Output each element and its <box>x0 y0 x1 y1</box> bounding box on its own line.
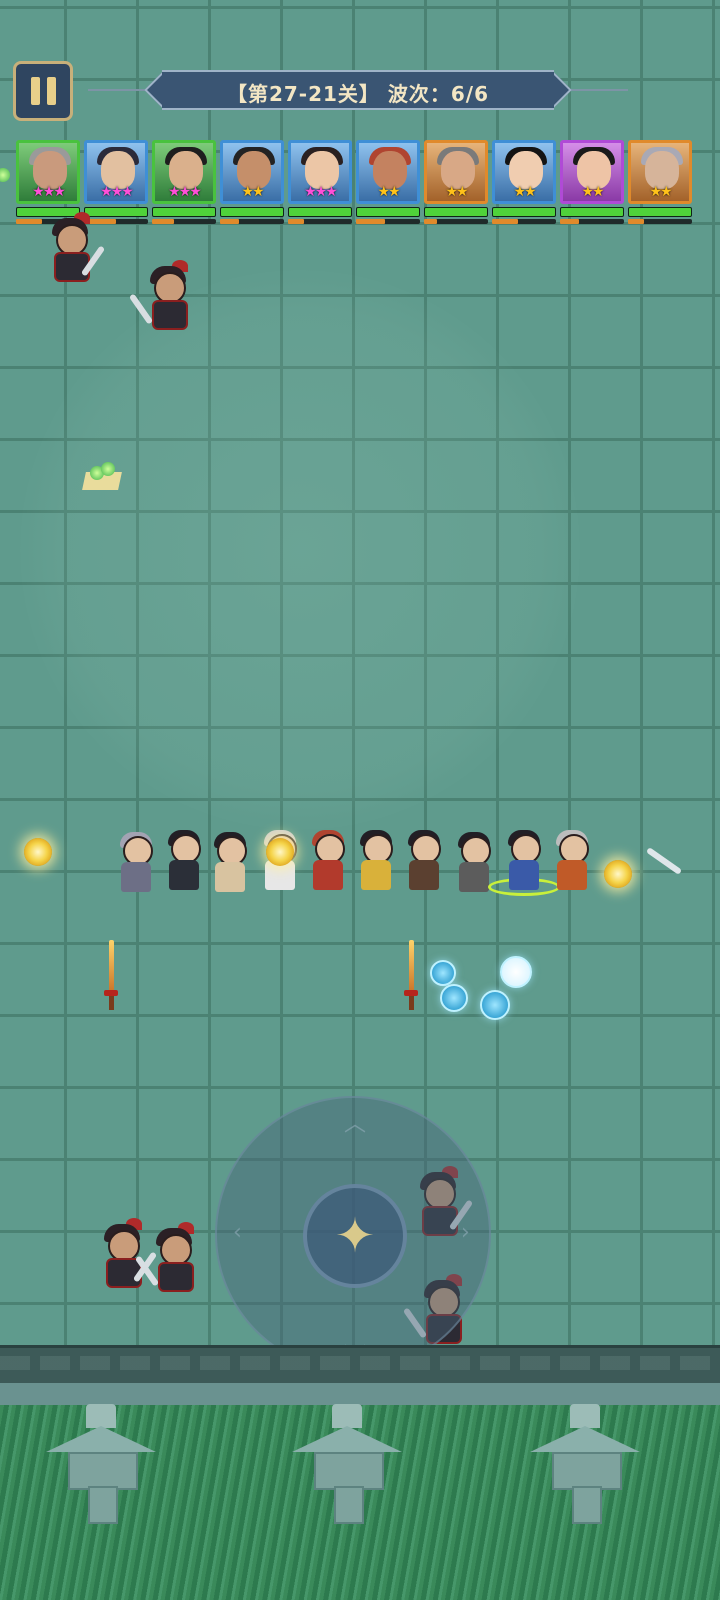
hero-portrait: ★★ <box>356 140 420 204</box>
water-bubble-projectile <box>440 984 468 1012</box>
flying-sword-projectile <box>404 940 418 1010</box>
hp-bar <box>288 207 352 217</box>
enemy-soldier[interactable] <box>134 1222 210 1294</box>
star-rating: ★★★ <box>168 184 202 200</box>
golden-orb-projectile <box>24 838 52 866</box>
four-point-star-icon: ✦ <box>334 1208 376 1264</box>
golden-orb-projectile <box>604 860 632 888</box>
ally-hero-unit[interactable] <box>162 830 206 894</box>
stone-lantern <box>46 1390 156 1524</box>
garden-wall <box>0 1345 720 1388</box>
hero-portrait: ★★★ <box>84 140 148 204</box>
stone-lantern <box>292 1390 402 1524</box>
hero-portrait: ★★★ <box>152 140 216 204</box>
enemy-soldier[interactable] <box>128 260 204 332</box>
golden-orb-projectile <box>266 838 294 866</box>
ally-hero-unit[interactable] <box>354 830 398 894</box>
energy-bar <box>288 219 352 224</box>
star-rating: ★★ <box>513 184 536 200</box>
flying-sword-projectile <box>104 940 118 1010</box>
energy-bar <box>628 219 692 224</box>
joystick-right-arrow: › <box>461 1220 470 1245</box>
hero-portrait: ★★ <box>424 140 488 204</box>
roster-hero-2[interactable]: ★★★ <box>84 140 148 224</box>
roster-hero-4[interactable]: ★★ <box>220 140 284 224</box>
ally-hero-unit[interactable] <box>550 830 594 894</box>
energy-bar <box>356 219 420 224</box>
dragon-emblem-watermark <box>20 270 580 830</box>
star-rating: ★★ <box>377 184 400 200</box>
hp-bar <box>560 207 624 217</box>
water-bubble-projectile <box>480 990 510 1020</box>
ally-hero-unit[interactable] <box>114 832 158 896</box>
hp-bar <box>628 207 692 217</box>
hero-portrait: ★★★ <box>288 140 352 204</box>
hp-bar <box>84 207 148 217</box>
hero-portrait: ★★ <box>628 140 692 204</box>
roster-hero-3[interactable]: ★★★ <box>152 140 216 224</box>
star-rating: ★★★ <box>32 184 66 200</box>
hero-portrait: ★★ <box>492 140 556 204</box>
ally-hero-unit[interactable] <box>306 830 350 894</box>
hero-roster-bar: ★★★ ★★★ ★★★ ★★ ★★★ ★★ ★★ ★★ ★★ ★★ <box>16 140 706 230</box>
ally-hero-leader[interactable] <box>488 830 560 896</box>
roster-hero-10[interactable]: ★★ <box>628 140 692 224</box>
level-wave-text: 【第27-21关】 波次：6/6 <box>226 82 490 106</box>
hp-bar <box>16 207 80 217</box>
enemy-soldier[interactable] <box>46 212 106 284</box>
water-bubble-projectile <box>430 960 456 986</box>
energy-bar <box>220 219 284 224</box>
hp-bar <box>424 207 488 217</box>
joystick-left-arrow: ‹ <box>233 1220 242 1245</box>
energy-bar <box>424 219 488 224</box>
energy-bar <box>492 219 556 224</box>
stone-lantern <box>530 1390 640 1524</box>
pause-icon <box>30 77 40 105</box>
pause-button[interactable] <box>13 61 73 121</box>
hero-portrait: ★★ <box>220 140 284 204</box>
jade-loot-drop[interactable] <box>0 164 26 192</box>
energy-bar <box>152 219 216 224</box>
hp-bar <box>356 207 420 217</box>
hp-bar <box>152 207 216 217</box>
energy-bar <box>560 219 624 224</box>
joystick-knob[interactable]: ✦ <box>303 1184 407 1288</box>
star-rating: ★★★ <box>304 184 338 200</box>
joystick-up-arrow: ︿ <box>344 1112 367 1137</box>
roster-hero-5[interactable]: ★★★ <box>288 140 352 224</box>
roster-hero-9[interactable]: ★★ <box>560 140 624 224</box>
virtual-joystick[interactable]: ︿ ﹀ ‹ › ✦ <box>215 1096 491 1372</box>
roster-hero-7[interactable]: ★★ <box>424 140 488 224</box>
star-rating: ★★ <box>649 184 672 200</box>
level-wave-banner: 【第27-21关】 波次：6/6 <box>88 70 628 110</box>
jade-loot-drop[interactable] <box>82 462 122 490</box>
ally-hero-unit[interactable] <box>208 832 252 896</box>
roster-hero-6[interactable]: ★★ <box>356 140 420 224</box>
water-bubble-projectile <box>500 956 532 988</box>
star-rating: ★★ <box>445 184 468 200</box>
star-rating: ★★ <box>581 184 604 200</box>
hp-bar <box>220 207 284 217</box>
hero-portrait: ★★ <box>560 140 624 204</box>
hp-bar <box>492 207 556 217</box>
star-rating: ★★★ <box>100 184 134 200</box>
ally-hero-unit[interactable] <box>402 830 446 894</box>
roster-hero-8[interactable]: ★★ <box>492 140 556 224</box>
star-rating: ★★ <box>241 184 264 200</box>
